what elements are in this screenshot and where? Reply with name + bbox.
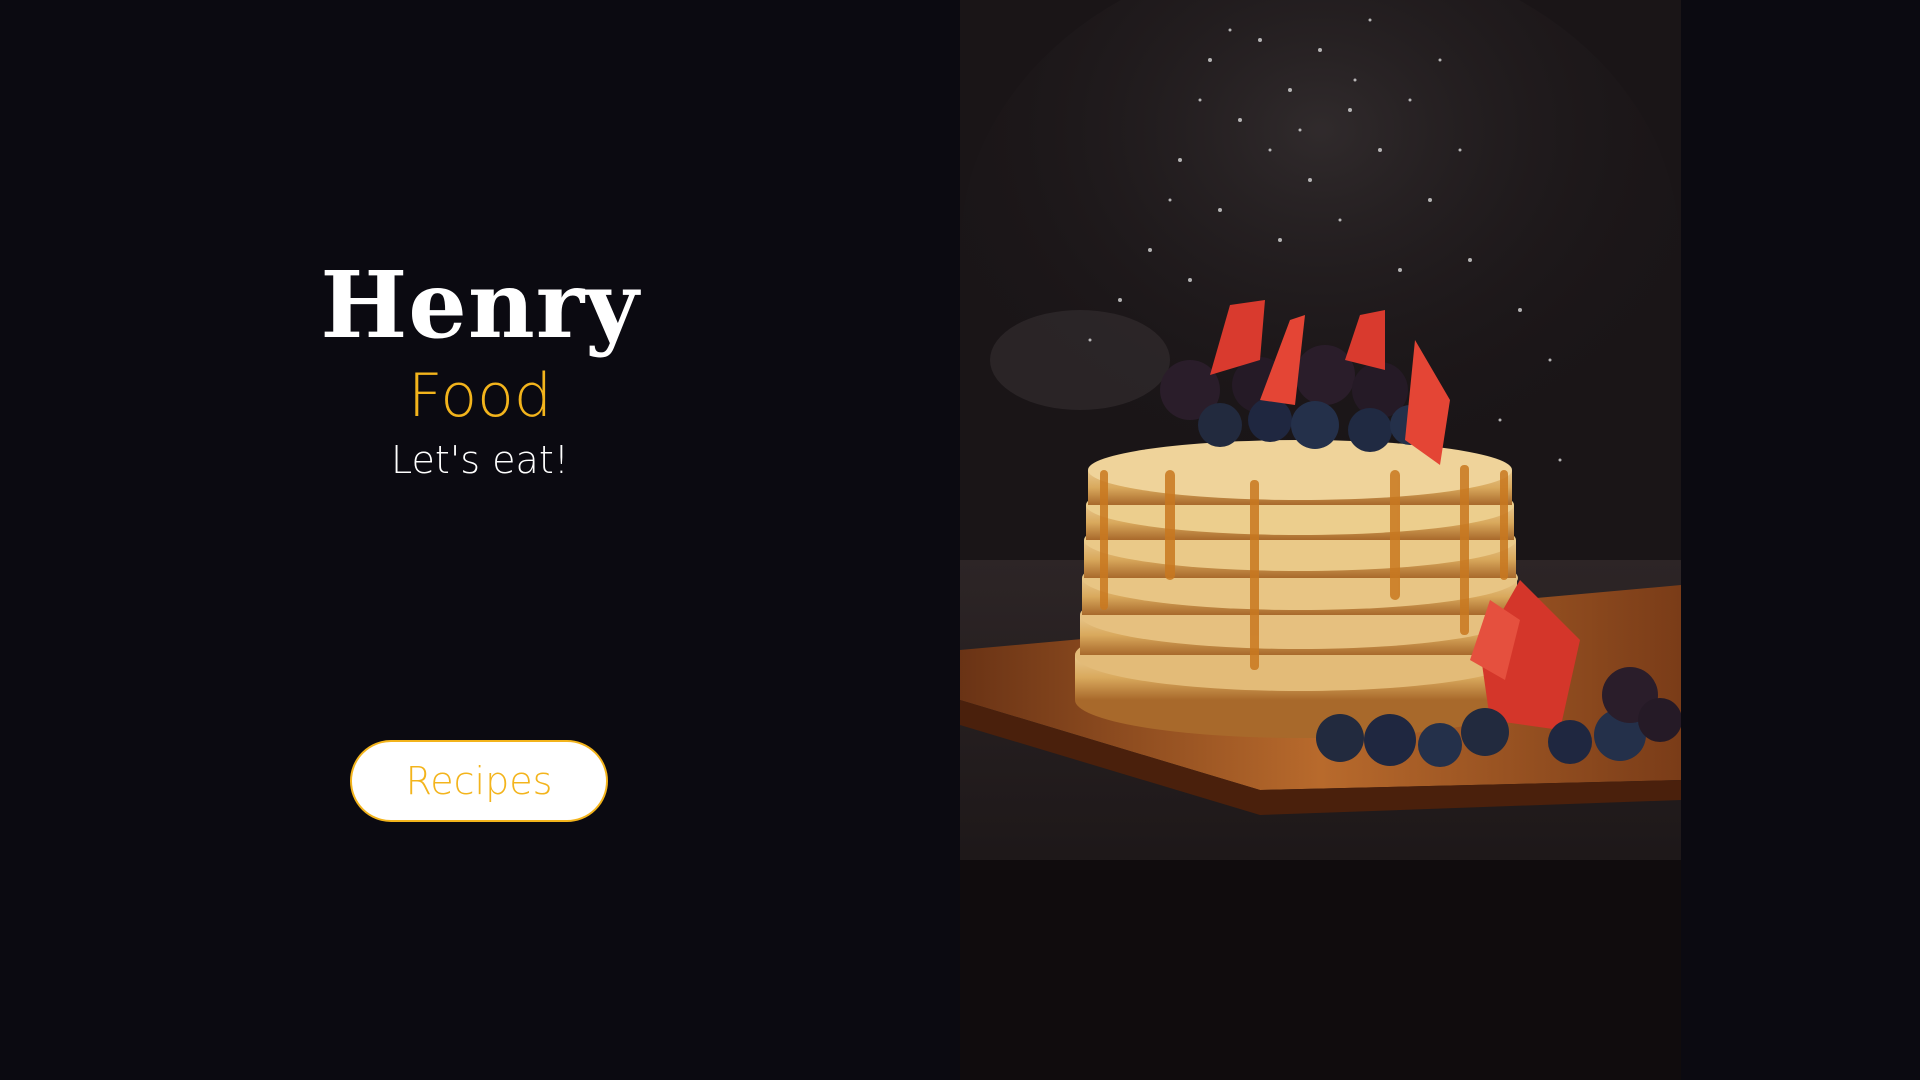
brand-subtitle: Food: [408, 361, 552, 431]
brand-tagline: Let's eat!: [391, 438, 569, 482]
pancake-layers: [1075, 440, 1525, 738]
pancake-stack-image: [960, 0, 1681, 1080]
landing-page: Henry Food Let's eat! Recipes: [0, 0, 1920, 1080]
brand-title: Henry: [320, 251, 640, 359]
right-margin: [1681, 0, 1920, 1080]
hero-photo: [960, 0, 1681, 1080]
brand-block: Henry Food Let's eat!: [0, 250, 960, 484]
recipes-button[interactable]: Recipes: [350, 740, 608, 822]
